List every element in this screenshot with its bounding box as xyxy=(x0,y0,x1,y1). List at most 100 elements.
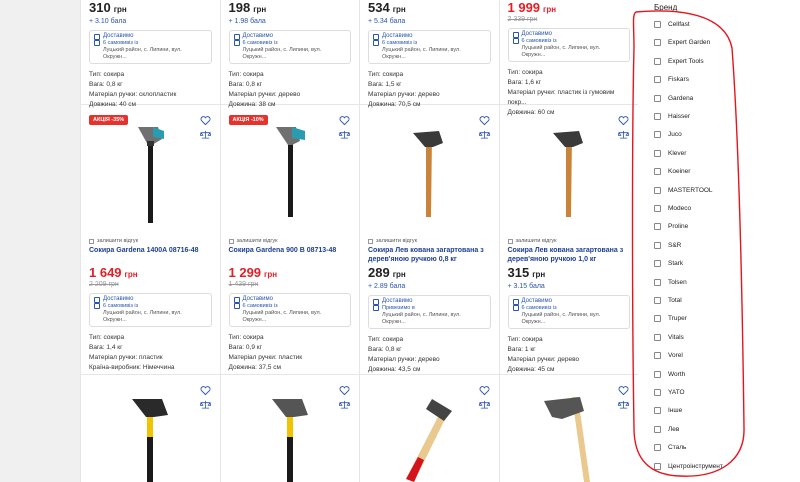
product-card[interactable]: 1 999 грн 2 339 грн Доставимо 6 самовивіз… xyxy=(499,0,639,116)
delivery-box[interactable]: Доставимо 6 самовивіз із Луцький район, с… xyxy=(507,295,630,329)
brand-checkbox[interactable] xyxy=(654,278,661,286)
delivery-box[interactable]: Доставимо 6 самовивіз із Луцький район, с… xyxy=(368,30,491,64)
brand-filter-item[interactable]: Klever xyxy=(654,149,686,157)
heart-icon[interactable] xyxy=(479,115,490,126)
brand-filter-item[interactable]: Tolsen xyxy=(654,278,687,286)
brand-checkbox[interactable] xyxy=(654,260,661,268)
product-card[interactable]: 310 грн + 3.10 бала Доставимо 6 самовивіз… xyxy=(81,0,221,108)
product-image[interactable] xyxy=(549,127,589,217)
brand-filter-item[interactable]: MASTERTOOL xyxy=(654,186,713,194)
brand-checkbox[interactable] xyxy=(654,149,661,157)
brand-checkbox[interactable] xyxy=(654,444,661,452)
product-image[interactable] xyxy=(409,127,449,217)
delivery-box[interactable]: Доставимо 6 самовивіз із Луцький район, с… xyxy=(228,293,351,327)
product-card[interactable]: 198 грн + 1.98 бала Доставимо 6 самовивіз… xyxy=(220,0,360,108)
heart-icon[interactable] xyxy=(618,115,629,126)
product-image[interactable] xyxy=(272,125,308,217)
brand-filter-item[interactable]: Modeco xyxy=(654,205,691,212)
brand-filter-item[interactable]: Koeiner xyxy=(654,168,690,176)
brand-filter-item[interactable]: Центроінструмент xyxy=(654,462,723,470)
brand-filter-item[interactable]: Stark xyxy=(654,260,683,268)
brand-filter-item[interactable]: Vitals xyxy=(654,333,684,341)
compare-icon[interactable] xyxy=(618,130,629,139)
compare-icon[interactable] xyxy=(478,400,490,409)
compare-icon[interactable] xyxy=(199,130,211,139)
brand-checkbox[interactable] xyxy=(654,168,661,176)
leave-review-link[interactable]: залишити відгук xyxy=(228,238,277,244)
brand-checkbox[interactable] xyxy=(654,186,661,194)
product-title[interactable]: Сокира Лев кована загартована з дерев'ян… xyxy=(508,246,631,264)
product-image[interactable] xyxy=(394,397,464,482)
product-title[interactable]: Сокира Gardena 900 B 08713-48 xyxy=(229,246,352,255)
delivery-box[interactable]: Доставимо 6 самовивіз із Луцький район, с… xyxy=(89,30,212,64)
brand-filter-item[interactable]: Cellfast xyxy=(654,21,690,28)
brand-filter-item[interactable]: Haisser xyxy=(654,113,690,120)
brand-filter-item[interactable]: Сталь xyxy=(654,444,686,452)
product-image[interactable] xyxy=(128,397,172,482)
brand-filter-item[interactable]: Total xyxy=(654,297,682,304)
brand-filter-item[interactable]: S&R xyxy=(654,241,681,249)
heart-icon[interactable] xyxy=(200,385,211,396)
heart-icon[interactable] xyxy=(339,385,350,396)
brand-filter-item[interactable]: Gardena xyxy=(654,94,693,102)
compare-icon[interactable] xyxy=(618,400,629,409)
brand-filter-item[interactable]: YATO xyxy=(654,389,685,396)
brand-checkbox[interactable] xyxy=(654,113,661,120)
brand-filter-item[interactable]: Vorel xyxy=(654,352,683,360)
brand-checkbox[interactable] xyxy=(654,407,661,415)
brand-filter-item[interactable]: Інше xyxy=(654,407,682,415)
brand-checkbox[interactable] xyxy=(654,223,661,231)
product-card[interactable]: 534 грн + 5.34 бала Доставимо 6 самовивіз… xyxy=(360,0,500,108)
compare-icon[interactable] xyxy=(478,130,490,139)
brand-checkbox[interactable] xyxy=(654,297,661,304)
brand-checkbox[interactable] xyxy=(654,94,661,102)
product-card[interactable] xyxy=(81,375,221,482)
brand-filter-item[interactable]: Expert Tools xyxy=(654,57,704,65)
brand-filter-item[interactable]: Лев xyxy=(654,425,679,433)
brand-filter-item[interactable]: Fiskars xyxy=(654,76,689,84)
delivery-box[interactable]: Доставимо 6 самовивіз із Луцький район, с… xyxy=(89,293,212,327)
product-card[interactable]: залишити відгук Сокира Лев кована загарт… xyxy=(360,105,500,375)
product-card[interactable] xyxy=(360,375,500,482)
leave-review-link[interactable]: залишити відгук xyxy=(507,238,556,244)
brand-filter-item[interactable]: Truper xyxy=(654,315,687,323)
brand-checkbox[interactable] xyxy=(654,241,661,249)
brand-checkbox[interactable] xyxy=(654,76,661,84)
leave-review-link[interactable]: залишити відгук xyxy=(89,238,138,244)
brand-checkbox[interactable] xyxy=(654,389,661,396)
product-card[interactable]: АКЦІЯ -10% залишити відгук Сокира Garden… xyxy=(220,105,360,375)
product-title[interactable]: Сокира Gardena 1400A 08716-48 xyxy=(89,246,212,255)
delivery-box[interactable]: Доставимо 6 самовивіз із Луцький район, с… xyxy=(507,28,630,62)
brand-checkbox[interactable] xyxy=(654,425,661,433)
brand-checkbox[interactable] xyxy=(654,370,661,378)
brand-checkbox[interactable] xyxy=(654,131,661,139)
compare-icon[interactable] xyxy=(339,400,350,409)
product-image[interactable] xyxy=(268,397,312,482)
compare-icon[interactable] xyxy=(199,400,211,409)
heart-icon[interactable] xyxy=(479,385,490,396)
brand-checkbox[interactable] xyxy=(654,57,661,65)
brand-checkbox[interactable] xyxy=(654,333,661,341)
brand-checkbox[interactable] xyxy=(654,352,661,360)
brand-filter-item[interactable]: Worth xyxy=(654,370,685,378)
product-image[interactable] xyxy=(534,393,604,482)
heart-icon[interactable] xyxy=(618,385,629,396)
compare-icon[interactable] xyxy=(339,130,350,139)
product-card[interactable]: залишити відгук Сокира Лев кована загарт… xyxy=(499,105,639,375)
product-image[interactable] xyxy=(132,123,168,223)
heart-icon[interactable] xyxy=(339,115,350,126)
brand-checkbox[interactable] xyxy=(654,21,661,28)
brand-filter-item[interactable]: Proline xyxy=(654,223,688,231)
product-card[interactable] xyxy=(500,375,639,482)
product-card[interactable]: АКЦІЯ -35% залишити відгук Сокира Garden… xyxy=(81,105,221,375)
brand-filter-item[interactable]: Juco xyxy=(654,131,682,139)
delivery-box[interactable]: Доставимо 6 самовивіз із Луцький район, с… xyxy=(228,30,351,64)
brand-checkbox[interactable] xyxy=(654,205,661,212)
brand-checkbox[interactable] xyxy=(654,462,661,470)
brand-checkbox[interactable] xyxy=(654,39,661,47)
brand-checkbox[interactable] xyxy=(654,315,661,323)
product-title[interactable]: Сокира Лев кована загартована з дерев'ян… xyxy=(368,246,491,264)
brand-filter-item[interactable]: Expert Garden xyxy=(654,39,710,47)
delivery-box[interactable]: Доставимо Привезимо в Луцький район, с. Л… xyxy=(368,295,491,329)
leave-review-link[interactable]: залишити відгук xyxy=(368,238,417,244)
